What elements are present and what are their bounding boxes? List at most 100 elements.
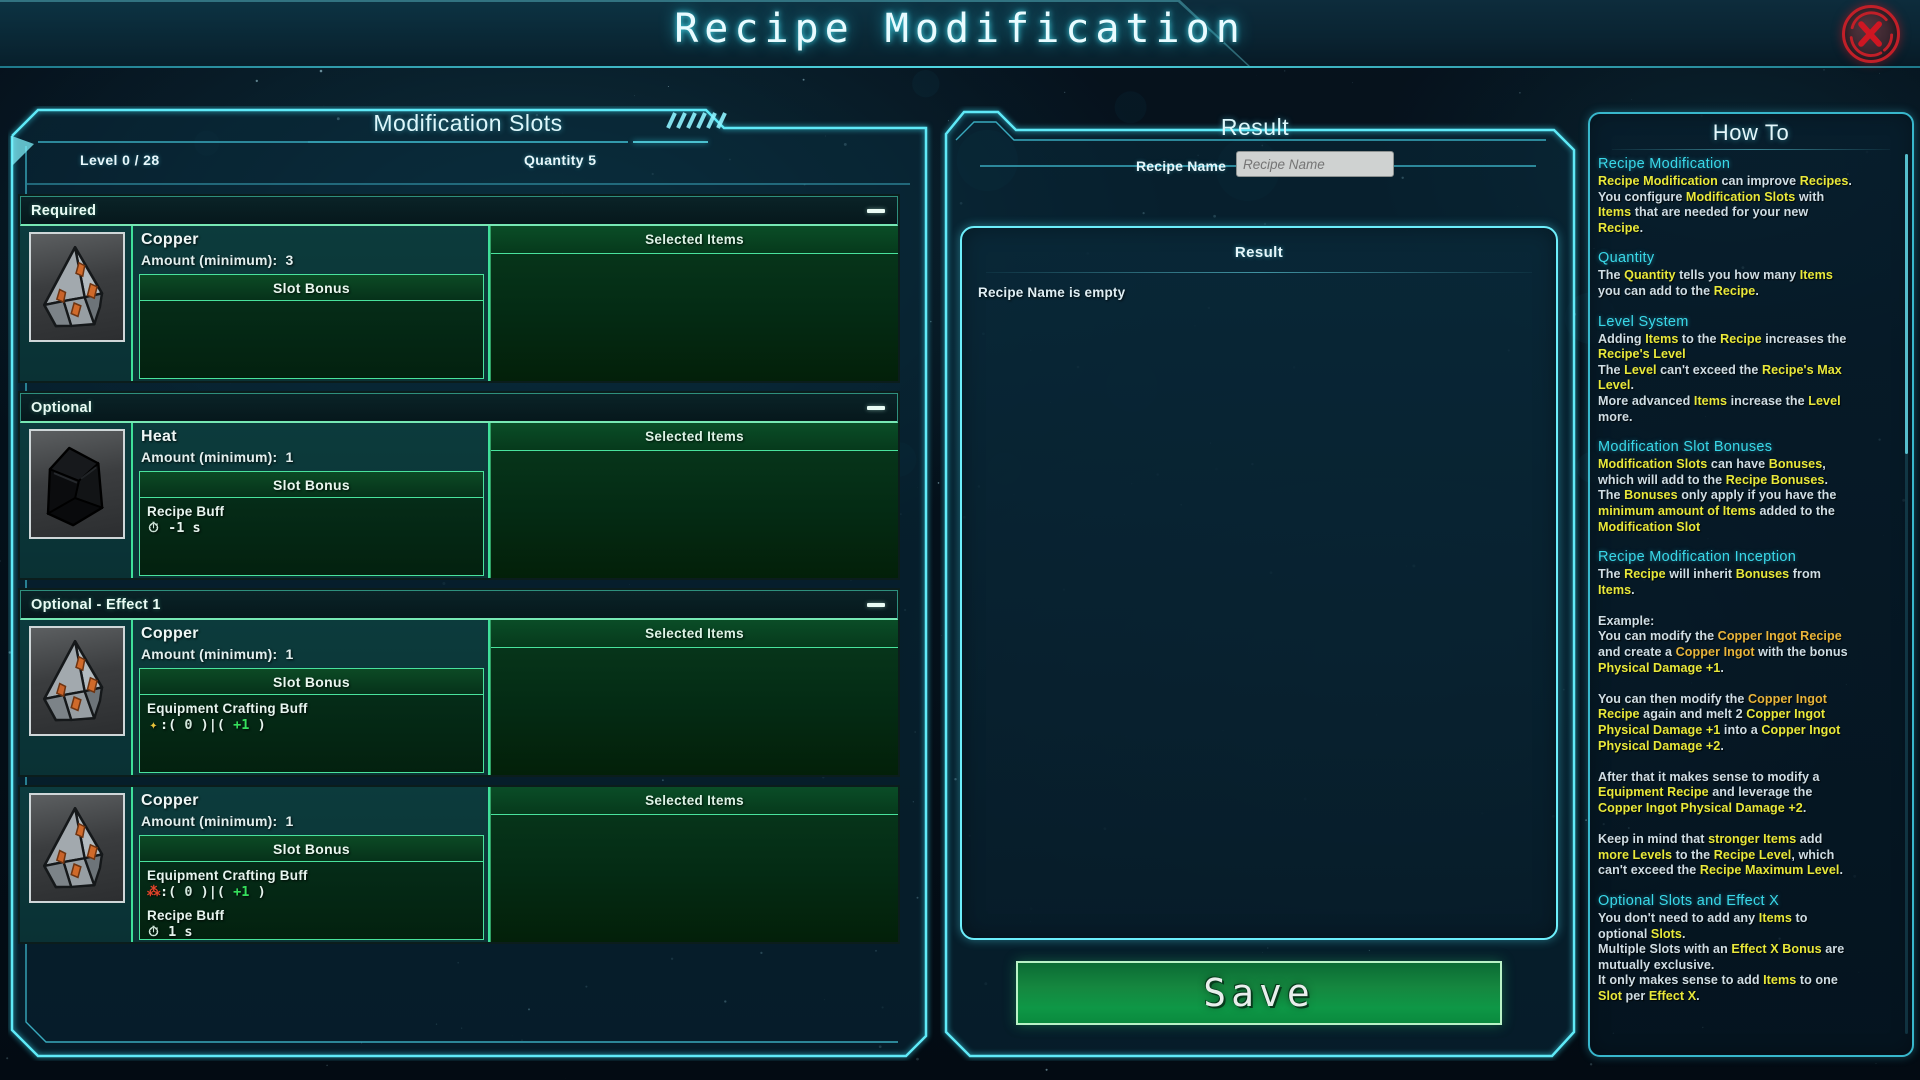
slot-group-header[interactable]: Required <box>20 196 898 226</box>
bonus-title: Equipment Crafting Buff <box>147 868 308 883</box>
result-panel: Result Recipe Name Result Recipe Name is… <box>940 106 1580 1061</box>
how-to-section: Level System Adding Items to the Recipe i… <box>1598 314 1904 425</box>
how-to-section: Quantity The Quantity tells you how many … <box>1598 250 1904 298</box>
slot-bonus-header: Slot Bonus <box>140 472 483 498</box>
item-icon-box[interactable] <box>29 429 125 539</box>
bonus-title: Equipment Crafting Buff <box>147 701 308 716</box>
save-button-label: Save <box>1203 971 1315 1015</box>
clock-icon: ⏱ <box>148 924 159 940</box>
how-to-line: You don't need to add any Items to <box>1598 910 1808 925</box>
how-to-line: which will add to the Recipe Bonuses. <box>1598 472 1828 487</box>
slot-row[interactable]: Copper Amount (minimum): 3 Slot Bonus Se… <box>20 226 898 381</box>
spark-icon: ✦ <box>149 717 158 733</box>
how-to-line: Physical Damage +2. <box>1598 738 1724 753</box>
flame-icon: ⁂ <box>147 884 161 900</box>
copper-ore-icon <box>42 806 104 889</box>
copper-ore-icon <box>42 245 104 328</box>
result-header-divider <box>986 272 1532 273</box>
panel-header-modification-slots: Modification Slots <box>373 110 563 136</box>
bonus-value: ⏱ 1 s <box>148 924 193 940</box>
result-message: Recipe Name is empty <box>978 285 1126 300</box>
how-to-line: Recipe Modification can improve Recipes. <box>1598 174 1852 188</box>
how-to-section: Modification Slot Bonuses Modification Sl… <box>1598 439 1904 534</box>
bonus-list: Equipment Crafting Buff ✦:( 0 )|( +1 ) <box>140 695 483 734</box>
item-amount: Amount (minimum): 3 <box>141 252 294 268</box>
selected-items-column[interactable]: Selected Items <box>490 226 898 381</box>
recipe-level-readout: Level 0 / 28 <box>80 152 160 168</box>
slot-icon-column <box>20 787 133 942</box>
slot-bonus-box: Slot Bonus Recipe Buff ⏱ -1 s <box>139 471 484 576</box>
item-icon-box[interactable] <box>29 793 125 903</box>
slot-icon-column <box>20 620 133 775</box>
slot-row[interactable]: Heat Amount (minimum): 1 Slot Bonus Reci… <box>20 423 898 578</box>
slot-detail-column: Copper Amount (minimum): 3 Slot Bonus <box>133 226 490 381</box>
slot-group-title: Optional - Effect 1 <box>31 596 161 613</box>
selected-items-column[interactable]: Selected Items <box>490 620 898 775</box>
collapse-icon[interactable] <box>867 208 885 213</box>
selected-items-header: Selected Items <box>491 620 898 648</box>
how-to-line: After that it makes sense to modify a <box>1598 769 1820 784</box>
slot-group-header[interactable]: Optional - Effect 1 <box>20 590 898 620</box>
item-amount: Amount (minimum): 1 <box>141 449 294 465</box>
item-name: Copper <box>141 625 199 642</box>
slot-bonus-header: Slot Bonus <box>140 275 483 301</box>
slot-icon-column <box>20 423 133 578</box>
how-to-line: Example: <box>1598 613 1655 628</box>
how-to-line: Modification Slots can have Bonuses, <box>1598 457 1826 472</box>
how-to-line: Keep in mind that stronger Items add <box>1598 832 1823 847</box>
bonus-list: Recipe Buff ⏱ -1 s <box>140 498 483 537</box>
selected-items-column[interactable]: Selected Items <box>490 423 898 578</box>
how-to-line: optional Slots. <box>1598 926 1686 941</box>
how-to-line: Level. <box>1598 378 1635 393</box>
slot-group-header[interactable]: Optional <box>20 393 898 423</box>
collapse-icon[interactable] <box>867 405 885 410</box>
how-to-panel: How To Recipe Modification Recipe Modific… <box>1588 112 1914 1057</box>
how-to-line <box>1598 754 1904 769</box>
close-button[interactable] <box>1842 5 1900 63</box>
item-name: Copper <box>141 231 199 248</box>
slot-list[interactable]: Required Copper Amount (minimum): 3 Slot… <box>18 194 900 1034</box>
how-to-line: Copper Ingot Physical Damage +2. <box>1598 801 1807 815</box>
page-title: Recipe Modification <box>674 6 1246 52</box>
slot-bonus-box: Slot Bonus Equipment Crafting Buff ✦:( 0… <box>139 668 484 773</box>
recipe-name-label: Recipe Name <box>1136 158 1227 174</box>
item-icon-box[interactable] <box>29 626 125 736</box>
how-to-line: can't exceed the Recipe Maximum Level. <box>1598 863 1843 878</box>
item-amount: Amount (minimum): 1 <box>141 813 294 829</box>
close-icon <box>1849 11 1894 57</box>
how-to-line: Items. <box>1598 582 1635 597</box>
save-button[interactable]: Save <box>1016 961 1502 1025</box>
title-bar: Recipe Modification <box>0 0 1920 68</box>
how-to-line <box>1598 598 1904 613</box>
how-to-line: more. <box>1598 409 1633 424</box>
how-to-line: You configure Modification Slots with <box>1598 189 1825 204</box>
copper-ore-icon <box>42 639 104 722</box>
item-icon-box[interactable] <box>29 232 125 342</box>
result-box-header: Result <box>1234 244 1284 261</box>
slot-detail-column: Heat Amount (minimum): 1 Slot Bonus Reci… <box>133 423 490 578</box>
how-to-line: The Recipe will inherit Bonuses from <box>1598 567 1821 582</box>
collapse-icon[interactable] <box>867 602 885 607</box>
how-to-line: The Level can't exceed the Recipe's Max <box>1598 362 1842 377</box>
bonus-value: ⏱ -1 s <box>148 520 201 536</box>
coal-icon <box>46 446 105 527</box>
how-to-line: mutually exclusive. <box>1598 957 1715 972</box>
panel-header-result: Result <box>1220 114 1290 140</box>
how-to-heading: Recipe Modification Inception <box>1598 549 1797 566</box>
selected-items-header: Selected Items <box>491 226 898 254</box>
selected-items-column[interactable]: Selected Items <box>490 787 898 942</box>
item-name: Heat <box>141 428 177 445</box>
how-to-line: and create a Copper Ingot with the bonus <box>1598 645 1848 660</box>
slot-group-title: Optional <box>31 399 93 416</box>
how-to-line: The Quantity tells you how many Items <box>1598 268 1833 283</box>
recipe-name-input[interactable] <box>1236 151 1394 177</box>
how-to-scrollbar-thumb[interactable] <box>1905 154 1908 454</box>
slot-bonus-box: Slot Bonus Equipment Crafting Buff ⁂:( 0… <box>139 835 484 940</box>
slot-stats: Level 0 / 28 Quantity 5 <box>8 152 928 186</box>
how-to-line: Adding Items to the Recipe increases the <box>1598 331 1847 346</box>
slot-row[interactable]: Copper Amount (minimum): 1 Slot Bonus Eq… <box>20 787 898 942</box>
slot-row[interactable]: Copper Amount (minimum): 1 Slot Bonus Eq… <box>20 620 898 775</box>
slot-detail-column: Copper Amount (minimum): 1 Slot Bonus Eq… <box>133 620 490 775</box>
recipe-quantity-readout: Quantity 5 <box>524 152 597 168</box>
how-to-heading: Quantity <box>1598 250 1655 267</box>
